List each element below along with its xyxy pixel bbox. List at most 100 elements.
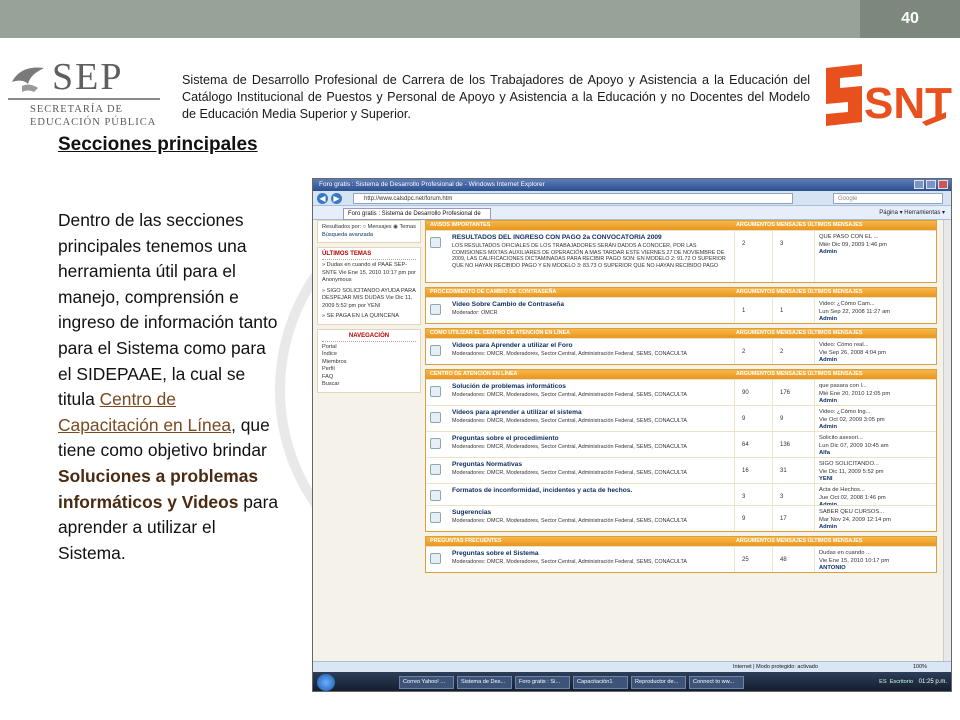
latest-topic-item[interactable]: » Dudas en cuando el PAAE SEP-SNTE Vie E…	[322, 262, 416, 285]
toolbar-menus[interactable]: Página ▾ Herramientas ▾	[879, 208, 945, 219]
category-name[interactable]: COMO UTILIZAR EL CENTRO DE ATENCIÓN EN L…	[430, 330, 570, 336]
last-post-topic[interactable]: Video: ¿Cómo Ing...	[819, 409, 934, 417]
page-number: 40	[860, 0, 960, 38]
forum-category: CENTRO DE ATENCIÓN EN LÍNEA ARGUMENTOS ME…	[425, 369, 937, 532]
tab-forum[interactable]: Foro gratis : Sistema de Desarrollo Prof…	[343, 208, 491, 220]
nav-item-miembros[interactable]: Miembros	[322, 359, 416, 367]
post-count: 1	[780, 308, 784, 314]
column-divider	[734, 506, 735, 531]
taskbar-task[interactable]: Foro gratis : Si...	[515, 676, 570, 689]
last-post: Video: ¿Cómo Ing... Vie Oct 02, 2009 3:05…	[819, 409, 934, 432]
column-divider	[734, 484, 735, 505]
forum-icon	[430, 438, 441, 449]
forum-title[interactable]: Formatos de inconformidad, incidentes y …	[452, 487, 632, 494]
post-count: 176	[780, 390, 791, 396]
last-post-author[interactable]: ANTONIO	[819, 565, 934, 573]
forum-category: AVISOS IMPORTANTES ARGUMENTOS MENSAJES ÚL…	[425, 220, 937, 283]
topic-count: 2	[742, 349, 746, 355]
last-post-date: Jue Oct 02, 2008 1:46 pm	[819, 494, 886, 501]
last-post-author[interactable]: Admin	[819, 524, 934, 532]
nav-item-portal[interactable]: Portal	[322, 344, 416, 352]
close-icon[interactable]	[938, 180, 948, 189]
last-post-topic[interactable]: que pasara con l...	[819, 383, 934, 391]
back-icon[interactable]: ◀	[317, 193, 328, 204]
last-post-topic[interactable]: Video: Cómo real...	[819, 342, 934, 350]
forum-description: Moderador: OMCR	[452, 310, 498, 316]
last-post-topic[interactable]: Dudas en cuando ...	[819, 550, 934, 558]
column-divider	[814, 458, 815, 483]
taskbar-task[interactable]: Sistema de Des...	[457, 676, 512, 689]
taskbar-task[interactable]: Connect to ww...	[689, 676, 744, 689]
taskbar-task[interactable]: Reproductor de...	[631, 676, 686, 689]
last-post-topic[interactable]: Acta de Hechos...	[819, 487, 934, 495]
column-divider	[772, 380, 773, 405]
last-post-topic[interactable]: SABER QEU CURSOS...	[819, 509, 934, 517]
sep-subtitle: SECRETARÍA DE EDUCACIÓN PÚBLICA	[30, 103, 156, 129]
category-header: CENTRO DE ATENCIÓN EN LÍNEA ARGUMENTOS ME…	[426, 370, 936, 379]
forum-title[interactable]: Videos para aprender a utilizar el siste…	[452, 409, 582, 416]
advanced-search-link[interactable]: Búsqueda avanzada	[322, 232, 416, 240]
start-button[interactable]	[317, 674, 335, 691]
last-post-topic[interactable]: Solicito asesori...	[819, 435, 934, 443]
nav-item-buscar[interactable]: Buscar	[322, 381, 416, 389]
column-divider	[734, 458, 735, 483]
url-input[interactable]: http://www.calsdpc.net/forum.htm	[353, 193, 793, 204]
snte-logo: SNTE	[822, 60, 960, 130]
category-name[interactable]: PROCEDIMIENTO DE CAMBIO DE CONTRASEÑA	[430, 289, 556, 295]
navigation-box: NAVEGACIÓN Portal Índice Miembros Perfil…	[317, 328, 421, 393]
nav-item-indice[interactable]: Índice	[322, 351, 416, 359]
column-divider	[734, 380, 735, 405]
last-post: QUE PASO CON EL ... Miér Dic 09, 2009 1:4…	[819, 234, 934, 257]
security-zone: Internet | Modo protegido: activado	[733, 664, 818, 670]
forum-title[interactable]: Videos para Aprender a utilizar el Foro	[452, 342, 573, 349]
forum-title[interactable]: Preguntas Normativas	[452, 461, 522, 468]
forum-title[interactable]: Video Sobre Cambio de Contraseña	[452, 301, 564, 308]
nav-item-faq[interactable]: FAQ	[322, 374, 416, 382]
forum-title[interactable]: Preguntas sobre el Sistema	[452, 550, 539, 557]
category-name[interactable]: CENTRO DE ATENCIÓN EN LÍNEA	[430, 371, 517, 377]
forum-categories: AVISOS IMPORTANTES ARGUMENTOS MENSAJES ÚL…	[425, 220, 937, 577]
last-post-author[interactable]: Admin	[819, 249, 934, 257]
column-divider	[772, 484, 773, 505]
top-bar: 40	[0, 0, 960, 38]
forum-row: Formatos de inconformidad, incidentes y …	[426, 483, 936, 508]
taskbar-task[interactable]: Correo Yahoo! ...	[399, 676, 454, 689]
last-post-date: Lun Dic 07, 2009 10:45 am	[819, 442, 889, 449]
last-post-topic[interactable]: SIGO SOLICITANDO...	[819, 461, 934, 469]
taskbar-task[interactable]: Capacitación1	[573, 676, 628, 689]
last-post: SIGO SOLICITANDO... Vie Dic 11, 2009 5:52…	[819, 461, 934, 484]
column-divider	[734, 432, 735, 457]
last-post-author[interactable]: Admin	[819, 316, 934, 324]
sep-rule	[8, 98, 160, 100]
scrollbar[interactable]	[943, 220, 951, 661]
last-post: Video: Cómo real... Vie Sep 26, 2008 4:04…	[819, 342, 934, 365]
search-input[interactable]: Google	[833, 193, 943, 204]
status-bar: Internet | Modo protegido: activado 100%	[313, 661, 951, 672]
latest-topic-item[interactable]: » SE PAGA EN LA QUINCENA	[322, 313, 416, 321]
last-post-topic[interactable]: Video: ¿Cómo Cam...	[819, 301, 934, 309]
last-post-date: Miér Dic 09, 2009 1:46 pm	[819, 241, 887, 248]
last-post-topic[interactable]: QUE PASO CON EL ...	[819, 234, 934, 242]
last-post-date: Vie Sep 26, 2008 4:04 pm	[819, 349, 886, 356]
latest-topic-item[interactable]: » SIGO SOLICITANDO AYUDA PARA DESPEJAR M…	[322, 288, 416, 311]
category-name[interactable]: PREGUNTAS FRECUENTES	[430, 538, 501, 544]
browser-screenshot: Foro gratis : Sistema de Desarrollo Prof…	[312, 178, 952, 692]
forum-title[interactable]: RESULTADOS DEL INGRESO CON PAGO 2a CONVO…	[452, 234, 662, 241]
last-post-author[interactable]: Admin	[819, 357, 934, 365]
zoom-level[interactable]: 100%	[913, 662, 927, 672]
maximize-icon[interactable]	[926, 180, 936, 189]
post-count: 9	[780, 416, 784, 422]
forum-title[interactable]: Solución de problemas informáticos	[452, 383, 566, 390]
last-post-date: Vie Dic 11, 2009 5:52 pm	[819, 468, 884, 475]
forward-icon[interactable]: ▶	[331, 193, 342, 204]
last-post-date: Vie Ene 15, 2010 10:17 pm	[819, 557, 890, 564]
category-name[interactable]: AVISOS IMPORTANTES	[430, 222, 490, 228]
tab-strip: Foro gratis : Sistema de Desarrollo Prof…	[313, 206, 951, 220]
forum-title[interactable]: Preguntas sobre el procedimiento	[452, 435, 559, 442]
minimize-icon[interactable]	[914, 180, 924, 189]
forum-title[interactable]: Sugerencias	[452, 509, 491, 516]
tray-desktop-label[interactable]: Escritorio	[890, 679, 913, 685]
search-options[interactable]: Resultados por: ○ Mensajes ◉ Temas	[322, 224, 416, 232]
forum-row: Sugerencias Moderadores: OMCR, Moderadore…	[426, 505, 936, 531]
nav-item-perfil[interactable]: Perfil	[322, 366, 416, 374]
